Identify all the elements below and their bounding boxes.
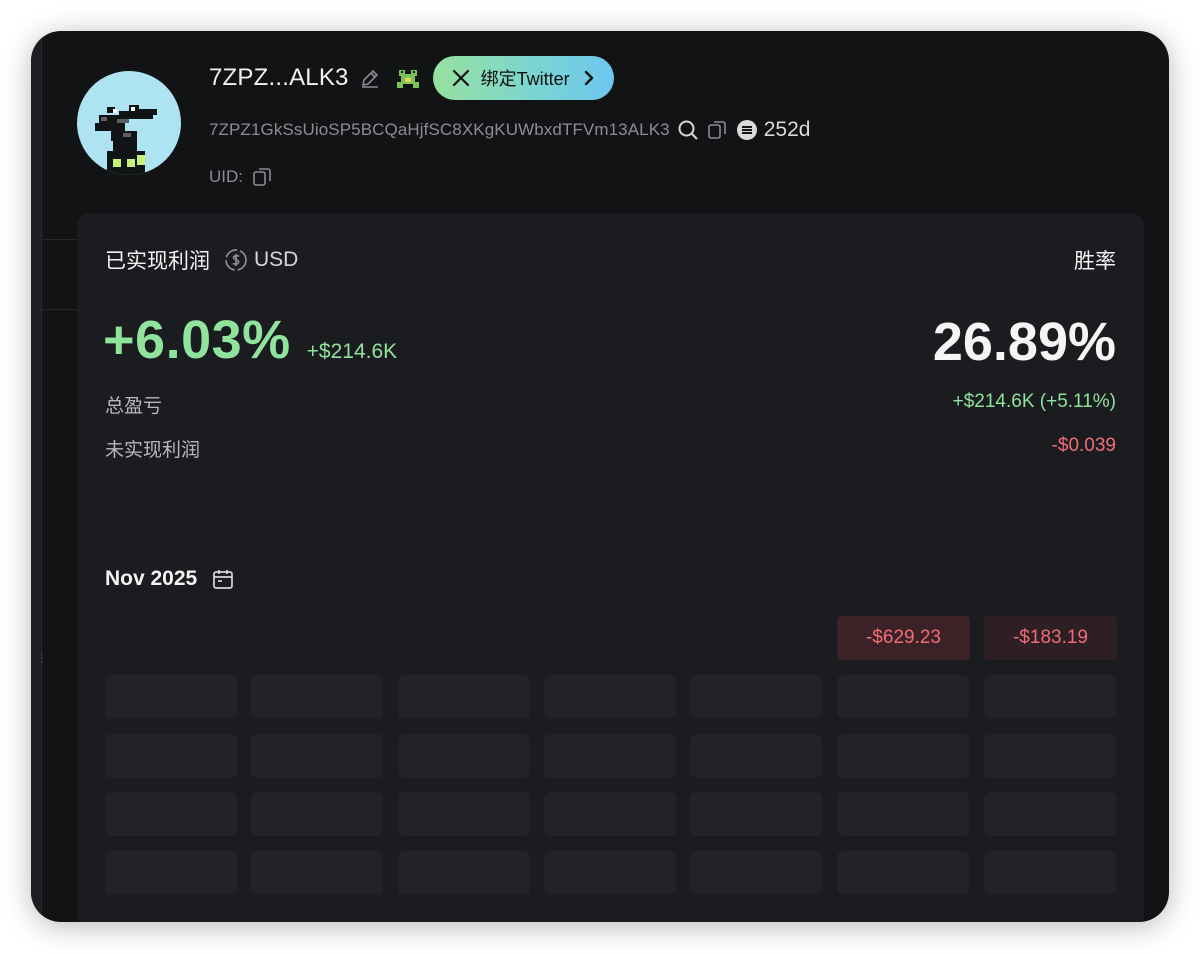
copy-icon[interactable] [706,119,728,141]
wallet-address: 7ZPZ1GkSsUioSP5BCQaHjfSC8XKgKUWbxdTFVm13… [209,120,670,139]
x-logo-icon [452,69,469,87]
calendar-cell[interactable] [984,792,1116,836]
name-row: 7ZPZ...ALK3 绑定Twitter [209,55,614,101]
chevron-right-icon [584,70,593,86]
calendar-cell[interactable] [251,734,383,778]
platform-logo-icon [736,119,758,141]
pnl-card: 已实现利润 USD 胜率 +6.03% +$214.6K 26.89% 总盈亏 … [77,213,1144,922]
calendar-icon[interactable] [211,567,235,591]
calendar-cell[interactable] [690,851,822,895]
twitter-button-label: 绑定Twitter [480,69,570,89]
calendar-cell[interactable] [837,851,969,895]
calendar-cell[interactable] [544,792,676,836]
frog-icon [395,66,421,90]
copy-icon[interactable] [251,166,273,188]
calendar-cell[interactable] [690,734,822,778]
calendar-cell[interactable] [984,734,1116,778]
calendar-cell[interactable] [105,675,237,719]
calendar-cell[interactable] [984,675,1116,719]
currency-toggle[interactable]: USD [224,248,298,272]
display-name: 7ZPZ...ALK3 [209,64,349,91]
uid-row: UID: [209,165,273,189]
unrealized-profit-label: 未实现利润 [105,440,201,461]
calendar-header: Nov 2025 [105,567,235,591]
calendar-cell[interactable] [398,792,530,836]
calendar-cell[interactable] [398,675,530,719]
calendar-day-pnl[interactable]: -$629.23 [837,616,970,660]
calendar-cell[interactable] [251,675,383,719]
pixel-crocodile-avatar [95,105,157,175]
calendar-cell[interactable] [544,851,676,895]
bind-twitter-button[interactable]: 绑定Twitter [432,56,614,100]
calendar-cell[interactable] [105,734,237,778]
calendar-cell[interactable] [251,851,383,895]
total-pnl-value: +$214.6K (+5.11%) [952,391,1116,412]
wallet-age: 252d [763,118,811,141]
calendar-cell[interactable] [837,792,969,836]
left-rail: ⋮ [31,31,77,922]
month-label: Nov 2025 [105,567,198,590]
currency-code: USD [254,248,299,271]
rail-divider [41,239,77,240]
calendar-cell[interactable] [398,734,530,778]
calendar-cell[interactable] [837,675,969,719]
realized-profit-percent: +6.03% [103,310,291,370]
currency-switch-icon [225,249,247,271]
calendar-cell[interactable] [690,675,822,719]
calendar-cell[interactable] [544,734,676,778]
search-icon[interactable] [676,118,700,142]
winrate-label: 胜率 [1074,250,1116,273]
unrealized-profit-value: -$0.039 [1051,435,1116,456]
calendar-cell[interactable] [105,851,237,895]
profile-window: ⋮ 7ZPZ...ALK3 绑定Twitter 7ZPZ1GkSsUioSP5B… [31,31,1169,922]
calendar-cell[interactable] [251,792,383,836]
realized-profit-title: 已实现利润 [105,250,210,273]
realized-profit-header: 已实现利润 USD [105,245,298,275]
calendar-cell[interactable] [398,851,530,895]
calendar-cell[interactable] [544,675,676,719]
rail-divider [41,309,77,310]
address-row: 7ZPZ1GkSsUioSP5BCQaHjfSC8XKgKUWbxdTFVm13… [209,117,810,143]
uid-label: UID: [209,167,243,186]
winrate-value: 26.89% [932,312,1116,372]
avatar[interactable] [77,71,181,175]
calendar-cell[interactable] [837,734,969,778]
realized-profit-usd: +$214.6K [306,340,398,363]
calendar-cell[interactable] [984,851,1116,895]
pencil-icon[interactable] [359,67,381,89]
calendar-day-pnl[interactable]: -$183.19 [984,616,1117,660]
resize-handle[interactable]: ⋮ [37,654,47,664]
calendar-cell[interactable] [105,792,237,836]
calendar-cell[interactable] [690,792,822,836]
total-pnl-label: 总盈亏 [105,396,163,417]
realized-profit-values: +6.03% +$214.6K [103,309,397,371]
